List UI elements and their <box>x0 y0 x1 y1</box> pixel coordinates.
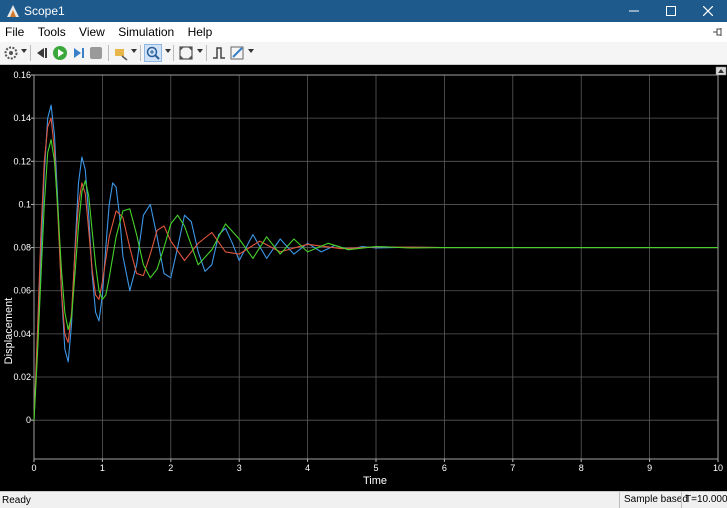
x-tick-label: 9 <box>647 463 652 473</box>
settings-icon <box>4 46 18 60</box>
x-tick-label: 3 <box>237 463 242 473</box>
menu-view[interactable]: View <box>74 22 110 42</box>
x-tick-label: 1 <box>100 463 105 473</box>
status-bar: Ready Sample based T=10.000 <box>0 491 727 508</box>
menu-file[interactable]: File <box>0 22 29 42</box>
triggers-button[interactable] <box>211 44 227 62</box>
stop-button[interactable] <box>88 44 104 62</box>
style-button[interactable] <box>229 44 245 62</box>
triggers-icon <box>213 47 225 59</box>
step-back-icon <box>37 48 47 58</box>
pin-icon[interactable] <box>711 22 723 44</box>
toolbar-separator <box>140 45 141 61</box>
close-button[interactable] <box>688 0 727 22</box>
zoom-dropdown-caret[interactable] <box>165 49 171 53</box>
toolbar-separator <box>173 45 174 61</box>
y-tick-label: 0.08 <box>13 243 31 253</box>
x-tick-label: 6 <box>442 463 447 473</box>
toolbar-separator <box>206 45 207 61</box>
settings-button[interactable] <box>3 44 19 62</box>
menu-help[interactable]: Help <box>183 22 218 42</box>
maximize-button[interactable] <box>651 0 691 22</box>
y-tick-label: 0.1 <box>18 199 31 209</box>
zoom-in-button[interactable] <box>144 44 162 62</box>
zoom-in-icon <box>146 46 160 60</box>
style-icon <box>230 46 244 60</box>
fit-to-view-button[interactable] <box>178 44 194 62</box>
fit-dropdown-caret[interactable] <box>197 49 203 53</box>
x-tick-label: 10 <box>713 463 723 473</box>
title-bar: Scope1 <box>0 0 727 22</box>
settings-dropdown-caret[interactable] <box>21 49 27 53</box>
tick-labels: 0 1 2 3 4 5 6 7 8 9 10 0 0.02 0.04 0.06 0.08 0.1 0.12 0.14… <box>13 70 723 473</box>
scope-plot[interactable]: 0 1 2 3 4 5 6 7 8 9 10 0 0.02 0.04 0.06 0.08 0.1 0.12 0.14… <box>0 65 727 491</box>
x-tick-label: 2 <box>168 463 173 473</box>
menu-tools[interactable]: Tools <box>33 22 71 42</box>
x-tick-label: 7 <box>510 463 515 473</box>
axes <box>31 74 719 462</box>
x-tick-label: 0 <box>31 463 36 473</box>
y-tick-label: 0.14 <box>13 113 31 123</box>
highlight-dropdown-caret[interactable] <box>131 49 137 53</box>
minimize-button[interactable] <box>614 0 654 22</box>
y-tick-label: 0 <box>26 415 31 425</box>
x-tick-label: 5 <box>373 463 378 473</box>
menu-bar: File Tools View Simulation Help <box>0 22 727 42</box>
highlight-button[interactable] <box>113 44 129 62</box>
matlab-scope-icon <box>7 5 19 17</box>
status-ready: Ready <box>2 495 31 506</box>
maximize-icon <box>666 6 676 16</box>
fit-to-view-icon <box>179 46 193 60</box>
x-axis-title: Time <box>363 475 387 487</box>
toolbar <box>0 42 727 65</box>
run-icon <box>53 46 67 60</box>
scroll-up-icon[interactable] <box>715 66 727 76</box>
y-tick-label: 0.02 <box>13 372 31 382</box>
run-button[interactable] <box>52 44 68 62</box>
highlight-icon <box>115 49 128 61</box>
style-dropdown-caret[interactable] <box>248 49 254 53</box>
step-back-button[interactable] <box>34 44 50 62</box>
window-title: Scope1 <box>24 4 65 18</box>
minimize-icon <box>629 10 639 12</box>
stop-icon <box>90 47 102 59</box>
grid-lines <box>33 74 719 459</box>
step-forward-icon <box>74 48 84 58</box>
scope-display[interactable]: 0 1 2 3 4 5 6 7 8 9 10 0 0.02 0.04 0.06 0.08 0.1 0.12 0.14… <box>0 65 727 491</box>
step-forward-button[interactable] <box>70 44 86 62</box>
y-axis-title: Displacement <box>3 298 15 365</box>
close-icon <box>702 5 714 17</box>
y-tick-label: 0.12 <box>13 156 31 166</box>
toolbar-separator <box>108 45 109 61</box>
y-tick-label: 0.04 <box>13 329 31 339</box>
x-tick-label: 4 <box>305 463 310 473</box>
y-tick-label: 0.06 <box>13 286 31 296</box>
y-tick-label: 0.16 <box>13 70 31 80</box>
toolbar-separator <box>30 45 31 61</box>
simulation-time: T=10.000 <box>681 492 727 508</box>
x-tick-label: 8 <box>579 463 584 473</box>
menu-simulation[interactable]: Simulation <box>113 22 179 42</box>
